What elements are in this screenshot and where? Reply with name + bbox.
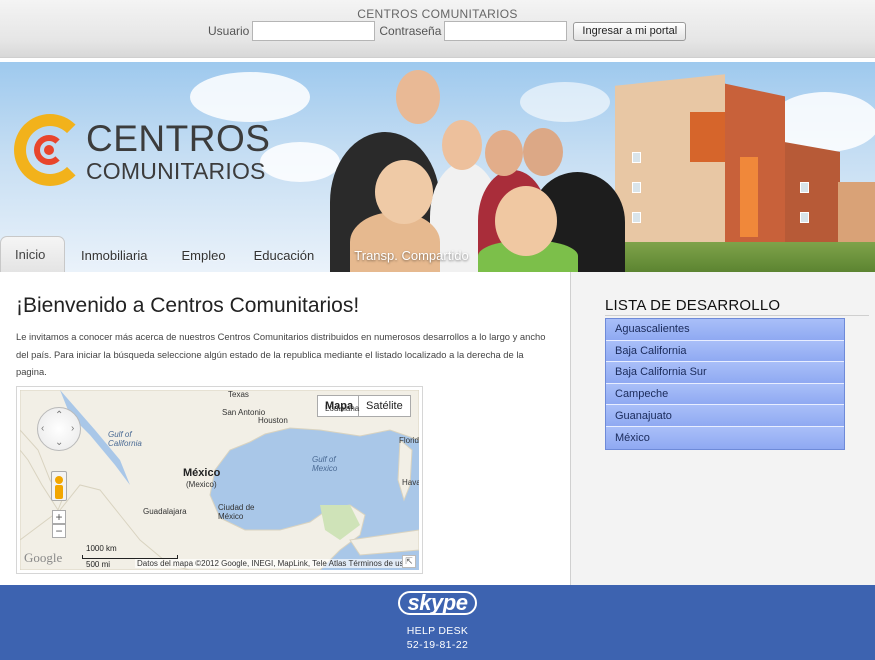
tab-educacion[interactable]: Educación [244, 238, 331, 272]
login-header: CENTROS COMUNITARIOS Usuario Contraseña … [0, 0, 875, 58]
street-view-pegman-icon[interactable] [51, 471, 67, 501]
zoom-out-button[interactable]: − [52, 524, 66, 538]
window [800, 212, 809, 223]
sidebar: LISTA DE DESARROLLO Aguascalientes Baja … [571, 272, 875, 585]
help-desk-phone: 52-19-81-22 [406, 639, 469, 651]
map-overview-toggle-icon[interactable]: ⇱ [402, 555, 416, 568]
building-door [740, 157, 758, 237]
map-land-svg [20, 390, 419, 570]
state-item-guanajuato[interactable]: Guanajuato [606, 405, 844, 427]
state-list: Aguascalientes Baja California Baja Cali… [605, 318, 845, 450]
map-land [397, 438, 413, 502]
welcome-section: ¡Bienvenido a Centros Comunitarios! Le i… [16, 294, 554, 381]
person-head [375, 160, 433, 224]
map-label: Guadalajara [143, 507, 187, 516]
footer: skype HELP DESK 52-19-81-22 [0, 585, 875, 660]
login-button[interactable]: Ingresar a mi portal [573, 21, 687, 41]
map-label: (Mexico) [186, 480, 217, 489]
zoom-in-button[interactable]: + [52, 510, 66, 524]
map-label: Texas [228, 390, 249, 399]
username-label: Usuario [208, 24, 250, 38]
person-head [485, 130, 523, 176]
map-label: Ciudad de México [218, 503, 255, 521]
password-label: Contraseña [379, 24, 442, 38]
scale-km-label: 1000 km [86, 544, 117, 553]
sidebar-divider [605, 315, 869, 316]
tab-inmobiliaria[interactable]: Inmobiliaria [65, 238, 163, 272]
state-item-aguascalientes[interactable]: Aguascalientes [606, 319, 844, 341]
tab-empleo[interactable]: Empleo [163, 238, 243, 272]
google-logo[interactable]: Google [24, 550, 62, 566]
cloud-decoration [520, 82, 610, 122]
login-form: Usuario Contraseña Ingresar a mi portal [208, 21, 687, 41]
logo-dot-icon [44, 145, 54, 155]
attribution-text: Datos del mapa ©2012 Google, INEGI, MapL… [137, 559, 347, 568]
person-head [523, 128, 563, 176]
logo-text-line2: COMUNITARIOS [86, 158, 266, 184]
pan-up-icon[interactable]: ⌃ [55, 411, 63, 421]
pan-right-icon[interactable]: › [71, 424, 74, 434]
person-head [442, 120, 482, 170]
window [632, 182, 641, 193]
skype-logo[interactable]: skype [0, 591, 875, 615]
scale-mi-label: 500 mi [86, 560, 111, 569]
tab-transp-compartido[interactable]: Transp. Compartido [330, 238, 480, 272]
cloud-decoration [260, 142, 340, 182]
state-item-baja-california-sur[interactable]: Baja California Sur [606, 362, 844, 384]
page-title: ¡Bienvenido a Centros Comunitarios! [16, 294, 360, 317]
welcome-text: Le invitamos a conocer más acerca de nue… [16, 331, 546, 377]
map-label: Havana [402, 478, 419, 487]
window [800, 182, 809, 193]
google-map[interactable]: Mapa Satélite ⌃ ‹ › ⌄ + − Texas San Anto… [20, 390, 419, 570]
map-label: Louisiana [325, 404, 360, 413]
username-input[interactable] [252, 21, 376, 41]
map-attribution: Datos del mapa ©2012 Google, INEGI, MapL… [135, 559, 411, 568]
map-label: Florida [399, 436, 419, 445]
tab-inicio[interactable]: Inicio [0, 236, 65, 272]
main-nav: Inicio Inmobiliaria Empleo Educación Tra… [0, 236, 481, 272]
map-label: Houston [258, 416, 288, 425]
map-type-satellite-button[interactable]: Satélite [358, 395, 411, 417]
map-label: Gulf of Mexico [312, 455, 338, 473]
pan-down-icon[interactable]: ⌄ [55, 438, 63, 448]
content-area: ¡Bienvenido a Centros Comunitarios! Le i… [0, 272, 875, 585]
site-name: CENTROS COMUNITARIOS [357, 7, 518, 21]
logo-text-line1: CENTROS [86, 118, 271, 159]
window [632, 152, 641, 163]
window [632, 212, 641, 223]
password-input[interactable] [444, 21, 568, 41]
state-item-baja-california[interactable]: Baja California [606, 340, 844, 363]
state-item-mexico[interactable]: México [606, 426, 844, 449]
site-logo[interactable]: CENTROS COMUNITARIOS [14, 114, 270, 194]
skype-wordmark: skype [397, 591, 478, 615]
pan-left-icon[interactable]: ‹ [41, 424, 44, 434]
map-container: Mapa Satélite ⌃ ‹ › ⌄ + − Texas San Anto… [16, 386, 423, 574]
building-balcony [690, 112, 725, 162]
sidebar-title: LISTA DE DESARROLLO [605, 297, 781, 314]
person-head [396, 70, 440, 124]
state-item-campeche[interactable]: Campeche [606, 383, 844, 406]
help-desk-label: HELP DESK [406, 625, 469, 637]
map-label: Gulf of California [108, 430, 142, 448]
map-label: México [183, 467, 221, 479]
person-head [495, 186, 557, 256]
map-pan-control[interactable]: ⌃ ‹ › ⌄ [37, 407, 81, 451]
terms-link[interactable]: Términos de uso [349, 559, 409, 568]
